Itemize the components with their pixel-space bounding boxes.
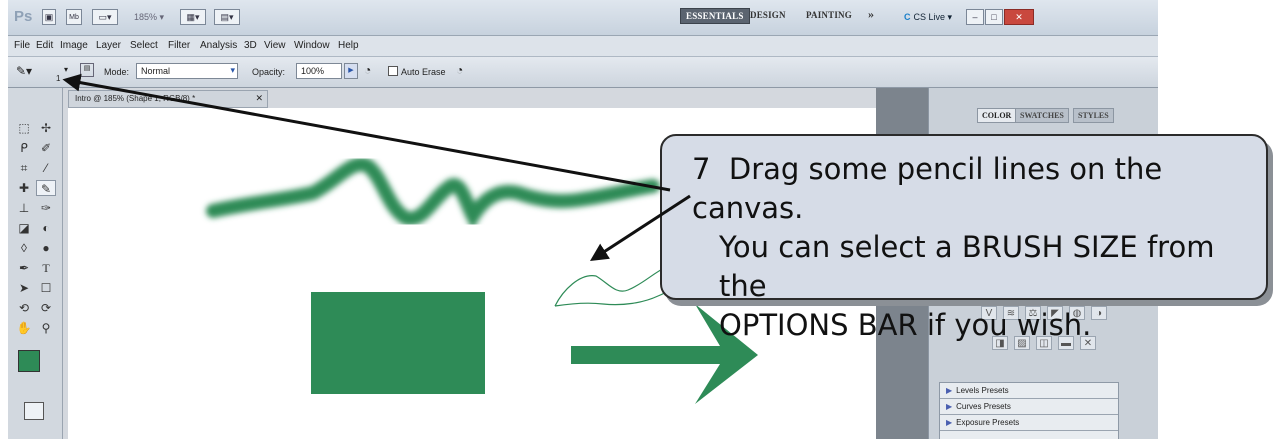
tab-styles[interactable]: STYLES bbox=[1073, 108, 1114, 123]
healing-brush-tool-icon[interactable]: ✚ bbox=[14, 180, 34, 196]
foreground-color-swatch[interactable] bbox=[18, 350, 40, 372]
eyedropper-tool-icon[interactable]: ⁄ bbox=[36, 160, 56, 176]
cs-live-button[interactable]: C CS Live ▾ bbox=[900, 9, 956, 25]
callout-line-1: 7 Drag some pencil lines on the canvas. bbox=[692, 150, 1266, 228]
instruction-callout: 7 Drag some pencil lines on the canvas. … bbox=[660, 134, 1268, 342]
maximize-button[interactable]: □ bbox=[985, 9, 1003, 25]
preset-label: Curves Presets bbox=[956, 402, 1011, 411]
pencil-tool-icon[interactable]: ✎ bbox=[36, 180, 56, 196]
cs-live-label: CS Live bbox=[913, 12, 945, 22]
opacity-field[interactable]: 100% bbox=[296, 63, 342, 79]
preset-label: Levels Presets bbox=[956, 386, 1009, 395]
list-item[interactable]: ▶ Levels Presets bbox=[940, 383, 1118, 399]
hand-tool-icon[interactable]: ✋ bbox=[14, 320, 34, 336]
menu-view[interactable]: View bbox=[264, 40, 286, 51]
zoom-tool-icon[interactable]: ⚲ bbox=[36, 320, 56, 336]
tools-panel: ⬚ ✢ ᑭ ✐ ⌗ ⁄ ✚ ✎ ⊥ ✑ ◪ ◐ ◊ ● ✒ T ➤ ☐ ⟲ ⟳ … bbox=[8, 88, 63, 439]
type-tool-icon[interactable]: T bbox=[36, 260, 56, 276]
gradient-tool-icon[interactable]: ◐ bbox=[36, 220, 56, 236]
list-item[interactable]: ▶ Curves Presets bbox=[940, 399, 1118, 415]
expand-triangle-icon: ▶ bbox=[946, 418, 953, 427]
preset-label: Exposure Presets bbox=[956, 418, 1020, 427]
mode-select[interactable]: Normal ▾ bbox=[136, 63, 238, 79]
crop-tool-icon[interactable]: ⌗ bbox=[14, 160, 34, 176]
3d-rotate-tool-icon[interactable]: ⟲ bbox=[14, 300, 34, 316]
menu-select[interactable]: Select bbox=[130, 40, 158, 51]
cs-live-icon: C bbox=[903, 12, 911, 22]
menu-layer[interactable]: Layer bbox=[96, 40, 121, 51]
callout-text: 7 Drag some pencil lines on the canvas. … bbox=[692, 150, 1266, 345]
3d-orbit-tool-icon[interactable]: ⟳ bbox=[36, 300, 56, 316]
path-selection-tool-icon[interactable]: ➤ bbox=[14, 280, 34, 296]
menu-filter[interactable]: Filter bbox=[168, 40, 190, 51]
app-logo: Ps bbox=[14, 8, 33, 25]
screen-mode-button[interactable]: ▤▾ bbox=[214, 9, 240, 25]
zoom-level-value: 185% bbox=[133, 12, 157, 22]
auto-erase-label: Auto Erase bbox=[401, 67, 446, 77]
application-bar: Ps ▣ Mb ▭▾ 185% ▾ ▦▾ ▤▾ ESSENTIALS DESIG… bbox=[8, 0, 1158, 36]
document-tab[interactable]: Intro @ 185% (Shape 1, RGB/8) * ✕ bbox=[68, 90, 268, 108]
callout-line-1-text: Drag some pencil lines on the canvas. bbox=[692, 152, 1163, 225]
expand-triangle-icon: ▶ bbox=[946, 386, 953, 395]
callout-line-3: OPTIONS BAR if you wish. bbox=[719, 308, 1092, 342]
blur-tool-icon[interactable]: ◊ bbox=[14, 240, 34, 256]
menu-analysis[interactable]: Analysis bbox=[200, 40, 237, 51]
close-tab-icon[interactable]: ✕ bbox=[255, 93, 263, 104]
clone-stamp-tool-icon[interactable]: ⊥ bbox=[14, 200, 34, 216]
workspace-painting[interactable]: PAINTING bbox=[806, 10, 852, 20]
pen-tool-icon[interactable]: ✒ bbox=[14, 260, 34, 276]
opacity-value: 100% bbox=[301, 66, 325, 76]
soft-brush-stroke bbox=[206, 157, 660, 230]
zoom-level-select[interactable]: 185% ▾ bbox=[126, 9, 172, 25]
minimize-button[interactable]: – bbox=[966, 9, 984, 25]
document-tab-title: Intro @ 185% (Shape 1, RGB/8) * bbox=[75, 94, 196, 103]
mode-label: Mode: bbox=[104, 67, 130, 77]
view-extras-button[interactable]: ▭▾ bbox=[92, 9, 118, 25]
brush-panel-toggle-icon[interactable]: ▤ bbox=[80, 63, 94, 77]
workspace-essentials[interactable]: ESSENTIALS bbox=[680, 8, 750, 24]
menu-help[interactable]: Help bbox=[338, 40, 359, 51]
workspace-design[interactable]: DESIGN bbox=[750, 10, 786, 20]
adjustment-presets-list: ▶ Levels Presets ▶ Curves Presets ▶ Exposur… bbox=[939, 382, 1119, 439]
tab-color[interactable]: COLOR bbox=[977, 108, 1017, 123]
opacity-slider-arrow-icon[interactable]: ▶ bbox=[344, 63, 358, 79]
green-rectangle bbox=[311, 292, 485, 394]
history-brush-tool-icon[interactable]: ✑ bbox=[36, 200, 56, 216]
tab-swatches[interactable]: SWATCHES bbox=[1015, 108, 1069, 123]
menu-file[interactable]: File bbox=[14, 40, 30, 51]
move-tool-icon[interactable]: ✢ bbox=[36, 120, 56, 136]
menu-edit[interactable]: Edit bbox=[36, 40, 53, 51]
step-number: 7 bbox=[692, 152, 711, 186]
options-bar: ✎▾ 1 ▾ ▤ Mode: Normal ▾ Opacity: 100% ▶ … bbox=[8, 56, 1158, 88]
opacity-label: Opacity: bbox=[252, 67, 286, 77]
more-workspaces-chevron-icon[interactable]: » bbox=[868, 7, 874, 22]
lasso-tool-icon[interactable]: ᑭ bbox=[14, 140, 34, 156]
list-item[interactable]: ▶ Exposure Presets bbox=[940, 415, 1118, 431]
close-button[interactable]: ✕ bbox=[1004, 9, 1034, 25]
quick-mask-button[interactable] bbox=[24, 402, 44, 420]
expand-triangle-icon: ▶ bbox=[946, 402, 953, 411]
quick-selection-tool-icon[interactable]: ✐ bbox=[36, 140, 56, 156]
arrange-documents-button[interactable]: ▦▾ bbox=[180, 9, 206, 25]
marquee-tool-icon[interactable]: ⬚ bbox=[14, 120, 34, 136]
menu-window[interactable]: Window bbox=[294, 40, 330, 51]
mode-dropdown-arrow-icon: ▾ bbox=[230, 65, 235, 75]
brush-picker-arrow-icon[interactable]: ▾ bbox=[64, 65, 78, 77]
shape-tool-icon[interactable]: ☐ bbox=[36, 280, 56, 296]
brush-size-value[interactable]: 1 bbox=[56, 74, 60, 83]
eraser-tool-icon[interactable]: ◪ bbox=[14, 220, 34, 236]
auto-erase-checkbox[interactable] bbox=[388, 66, 398, 76]
bridge-button[interactable]: ▣ bbox=[42, 9, 56, 25]
tablet-pressure-size-icon[interactable]: ◔ bbox=[456, 63, 472, 79]
mini-bridge-button[interactable]: Mb bbox=[66, 9, 82, 25]
menu-bar: File Edit Image Layer Select Filter Anal… bbox=[8, 36, 1158, 56]
mode-value: Normal bbox=[141, 66, 171, 76]
dodge-tool-icon[interactable]: ● bbox=[36, 240, 56, 256]
menu-image[interactable]: Image bbox=[60, 40, 88, 51]
menu-3d[interactable]: 3D bbox=[244, 40, 257, 51]
tablet-pressure-opacity-icon[interactable]: ◔ bbox=[364, 63, 380, 79]
callout-line-2: You can select a BRUSH SIZE from the bbox=[719, 230, 1215, 303]
pencil-tool-preset-icon[interactable]: ✎▾ bbox=[16, 64, 42, 80]
